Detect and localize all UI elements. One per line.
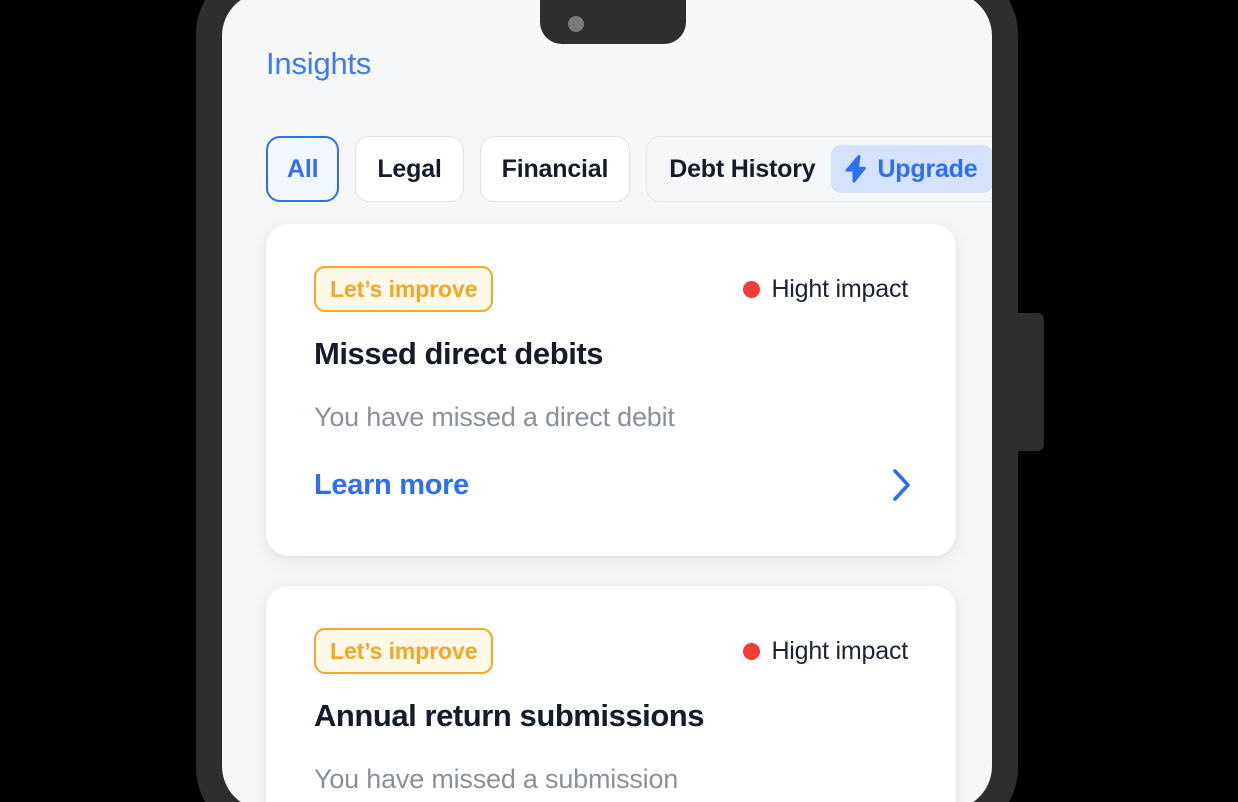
insight-card[interactable]: Let’s improve Hight impact Missed direct…	[266, 224, 956, 556]
card-title: Annual return submissions	[314, 698, 705, 733]
card-description: You have missed a submission	[314, 764, 679, 794]
page-title: Insights	[266, 46, 372, 81]
impact-indicator: Hight impact	[743, 637, 908, 666]
power-button[interactable]	[1004, 313, 1044, 451]
insights-screen: Insights All Legal Financial Debt Histor…	[222, 0, 992, 802]
device-notch	[540, 0, 686, 44]
filter-chip-legal[interactable]: Legal	[355, 136, 464, 202]
lightning-bolt-icon	[845, 154, 867, 183]
impact-label: Hight impact	[771, 274, 908, 303]
filter-chip-all-label: All	[287, 154, 319, 183]
background-mask-left	[0, 0, 196, 802]
screenshot-stage: Insights All Legal Financial Debt Histor…	[0, 0, 1238, 802]
filter-chip-debt-history-label: Debt History	[669, 154, 816, 183]
card-footer: Learn more	[314, 468, 912, 502]
status-badge: Let’s improve	[314, 628, 494, 674]
status-badge: Let’s improve	[314, 266, 494, 312]
upgrade-badge-label: Upgrade	[877, 154, 978, 183]
front-camera-dot-icon	[568, 16, 584, 32]
chevron-right-icon[interactable]	[892, 468, 912, 502]
card-header: Let’s improve Hight impact	[314, 628, 908, 674]
card-header: Let’s improve Hight impact	[314, 266, 908, 312]
card-description: You have missed a direct debit	[314, 402, 675, 432]
filter-chip-row: All Legal Financial Debt History Upgrade	[266, 136, 992, 202]
filter-chip-financial-label: Financial	[501, 154, 609, 183]
filter-chip-all[interactable]: All	[266, 136, 340, 202]
insight-card[interactable]: Let’s improve Hight impact Annual return…	[266, 586, 956, 802]
impact-label: Hight impact	[771, 636, 908, 665]
impact-dot-icon	[743, 280, 761, 298]
impact-indicator: Hight impact	[743, 275, 908, 304]
impact-dot-icon	[743, 642, 761, 660]
filter-chip-financial[interactable]: Financial	[479, 136, 631, 202]
filter-chip-debt-history[interactable]: Debt History Upgrade	[646, 136, 992, 202]
upgrade-badge[interactable]: Upgrade	[831, 145, 992, 193]
learn-more-link[interactable]: Learn more	[314, 469, 469, 502]
filter-chip-legal-label: Legal	[377, 154, 442, 183]
card-title: Missed direct debits	[314, 336, 604, 371]
phone-screen: Insights All Legal Financial Debt Histor…	[222, 0, 992, 802]
background-mask-right	[1044, 0, 1238, 802]
